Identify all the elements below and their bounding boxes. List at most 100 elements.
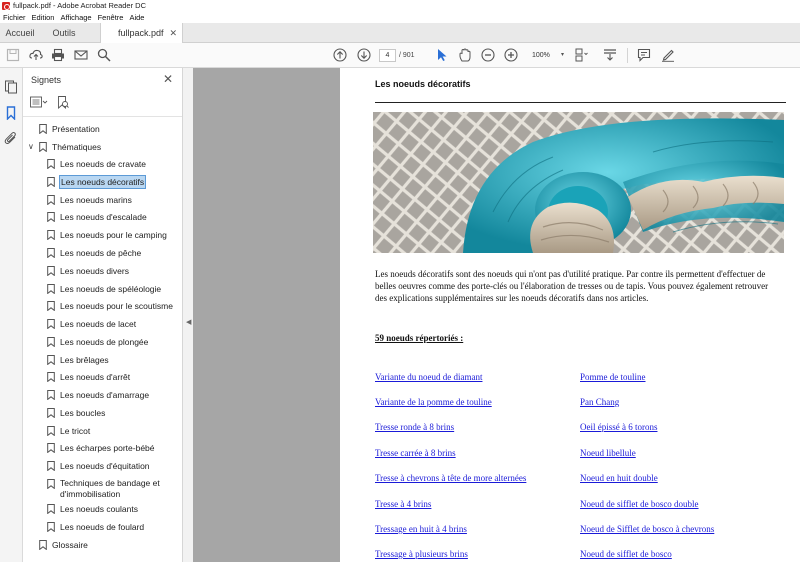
bookmark-label: Les noeuds de spéléologie (60, 284, 162, 294)
page-number-input[interactable]: 4 (379, 49, 396, 62)
menu-fichier[interactable]: Fichier (0, 13, 29, 22)
bookmark-icon (47, 479, 55, 489)
bookmark-icon (47, 177, 55, 187)
bookmark-icon (47, 248, 55, 258)
menu-bar: Fichier Edition Affichage Fenêtre Aide (0, 11, 800, 23)
close-icon[interactable]: ✕ (163, 72, 173, 86)
bookmark-icon (47, 195, 55, 205)
document-viewport[interactable]: Les noeuds décoratifs Les noeuds décorat… (193, 68, 800, 562)
bookmark-label: Les noeuds de cravate (60, 159, 147, 169)
knot-link[interactable]: Tresse carrée à 8 brins (375, 448, 456, 458)
bookmark-icon (47, 159, 55, 169)
bookmark-label: Les brêlages (60, 355, 109, 365)
bookmark-label: Les noeuds décoratifs (59, 175, 147, 189)
page-view-icon[interactable] (574, 48, 588, 62)
page-thumbnails-icon[interactable] (4, 80, 18, 94)
page-total: / 901 (399, 52, 415, 59)
knot-link[interactable]: Noeud de Sifflet de bosco à chevrons (580, 524, 714, 534)
window-title: fullpack.pdf - Adobe Acrobat Reader DC (13, 1, 146, 10)
bookmark-label: Glossaire (52, 540, 88, 550)
bookmark-icon (47, 212, 55, 222)
knot-link[interactable]: Tresse à 4 brins (375, 499, 431, 509)
knot-link[interactable]: Noeud de sifflet de bosco (580, 549, 672, 559)
knot-link[interactable]: Tressage en huit à 4 brins (375, 524, 467, 534)
email-icon[interactable] (74, 48, 88, 62)
acrobat-app-icon (2, 1, 10, 10)
bookmark-label: Les noeuds d'équitation (60, 461, 150, 471)
bookmark-label: Les noeuds de foulard (60, 522, 145, 532)
toolbar: 4 / 901 100% ▾ (0, 43, 800, 68)
bookmark-label: Les noeuds divers (60, 266, 129, 276)
knot-link[interactable]: Noeud libellule (580, 448, 636, 458)
tab-bar: Accueil Outils fullpack.pdf ✕ (0, 23, 800, 44)
bookmark-label: Les noeuds marins (60, 195, 132, 205)
select-cursor-icon[interactable] (435, 48, 449, 62)
bookmark-label: Les noeuds d'arrêt (60, 372, 131, 382)
tab-close-icon[interactable]: ✕ (169, 23, 177, 43)
title-bar: fullpack.pdf - Adobe Acrobat Reader DC (0, 0, 800, 11)
save-icon[interactable] (6, 48, 20, 62)
bookmark-icon (47, 504, 55, 514)
knot-link[interactable]: Tressage à plusieurs brins (375, 549, 468, 559)
menu-affichage[interactable]: Affichage (57, 13, 94, 22)
intro-paragraph: Les noeuds décoratifs sont des noeuds qu… (375, 269, 769, 303)
comment-icon[interactable] (637, 48, 651, 62)
knot-link[interactable]: Variante de la pomme de touline (375, 397, 492, 407)
bookmark-label: Les noeuds pour le camping (60, 230, 167, 240)
bookmark-label: Les noeuds de plongée (60, 337, 149, 347)
zoom-level-select[interactable]: 100% ▾ (526, 49, 566, 62)
bookmark-label: Les noeuds d'amarrage (60, 390, 150, 400)
bookmark-icon (47, 443, 55, 453)
bookmark-label: Le tricot (60, 426, 91, 436)
knot-link[interactable]: Noeud en huit double (580, 473, 658, 483)
knot-link[interactable]: Pan Chang (580, 397, 619, 407)
sign-pen-icon[interactable] (661, 48, 675, 62)
knot-link[interactable]: Variante du noeud de diamant (375, 372, 482, 382)
menu-fenetre[interactable]: Fenêtre (95, 13, 127, 22)
next-page-icon[interactable] (357, 48, 371, 62)
bookmark-icon (47, 372, 55, 382)
menu-edition[interactable]: Edition (29, 13, 58, 22)
knot-link[interactable]: Tresse ronde à 8 brins (375, 422, 454, 432)
options-menu-icon[interactable] (30, 96, 48, 108)
bookmark-label: Les noeuds d'escalade (60, 212, 147, 222)
menu-aide[interactable]: Aide (126, 13, 147, 22)
bookmark-label: Les noeuds pour le scoutisme (60, 301, 173, 311)
previous-page-icon[interactable] (333, 48, 347, 62)
bookmark-icon (47, 461, 55, 471)
bookmark-icon (47, 284, 55, 294)
scroll-mode-icon[interactable] (603, 48, 617, 62)
zoom-in-icon[interactable] (504, 48, 518, 62)
attachments-icon[interactable] (4, 131, 18, 145)
knot-link[interactable]: Oeil épissé à 6 torons (580, 422, 657, 432)
pdf-page: Les noeuds décoratifs Les noeuds décorat… (340, 68, 800, 562)
hand-tool-icon[interactable] (458, 48, 472, 62)
panel-splitter[interactable]: ◀ (183, 68, 193, 562)
bookmark-label: Les noeuds de lacet (60, 319, 137, 329)
knot-count-heading: 59 noeuds répertoriés : (375, 333, 464, 343)
cloud-upload-icon[interactable] (29, 48, 43, 62)
bookmark-icon (47, 301, 55, 311)
collapse-panel-icon[interactable]: ◀ (186, 318, 191, 326)
page-heading: Les noeuds décoratifs (375, 79, 471, 89)
tab-document[interactable]: fullpack.pdf ✕ (100, 23, 183, 44)
bookmark-icon (47, 230, 55, 240)
bookmark-label: Les noeuds de pêche (60, 248, 142, 258)
find-bookmark-icon[interactable] (57, 95, 69, 109)
bookmark-icon (39, 540, 47, 550)
tab-tools[interactable]: Outils (40, 23, 88, 43)
knot-link[interactable]: Tresse à chevrons à tête de more alterné… (375, 473, 526, 483)
knot-link[interactable]: Noeud de sifflet de bosco double (580, 499, 699, 509)
knot-link[interactable]: Pomme de touline (580, 372, 646, 382)
bookmark-icon (47, 408, 55, 418)
bookmarks-icon[interactable] (4, 106, 18, 120)
chevron-down-icon: ▾ (560, 52, 564, 58)
toolbar-separator (627, 48, 628, 63)
zoom-out-icon[interactable] (481, 48, 495, 62)
navigation-rail (0, 68, 23, 562)
search-icon[interactable] (97, 48, 111, 62)
print-icon[interactable] (51, 48, 65, 62)
bookmark-label: Les boucles (60, 408, 106, 418)
expand-chevron-icon[interactable]: ∨ (28, 142, 34, 151)
tab-home[interactable]: Accueil (0, 23, 40, 43)
